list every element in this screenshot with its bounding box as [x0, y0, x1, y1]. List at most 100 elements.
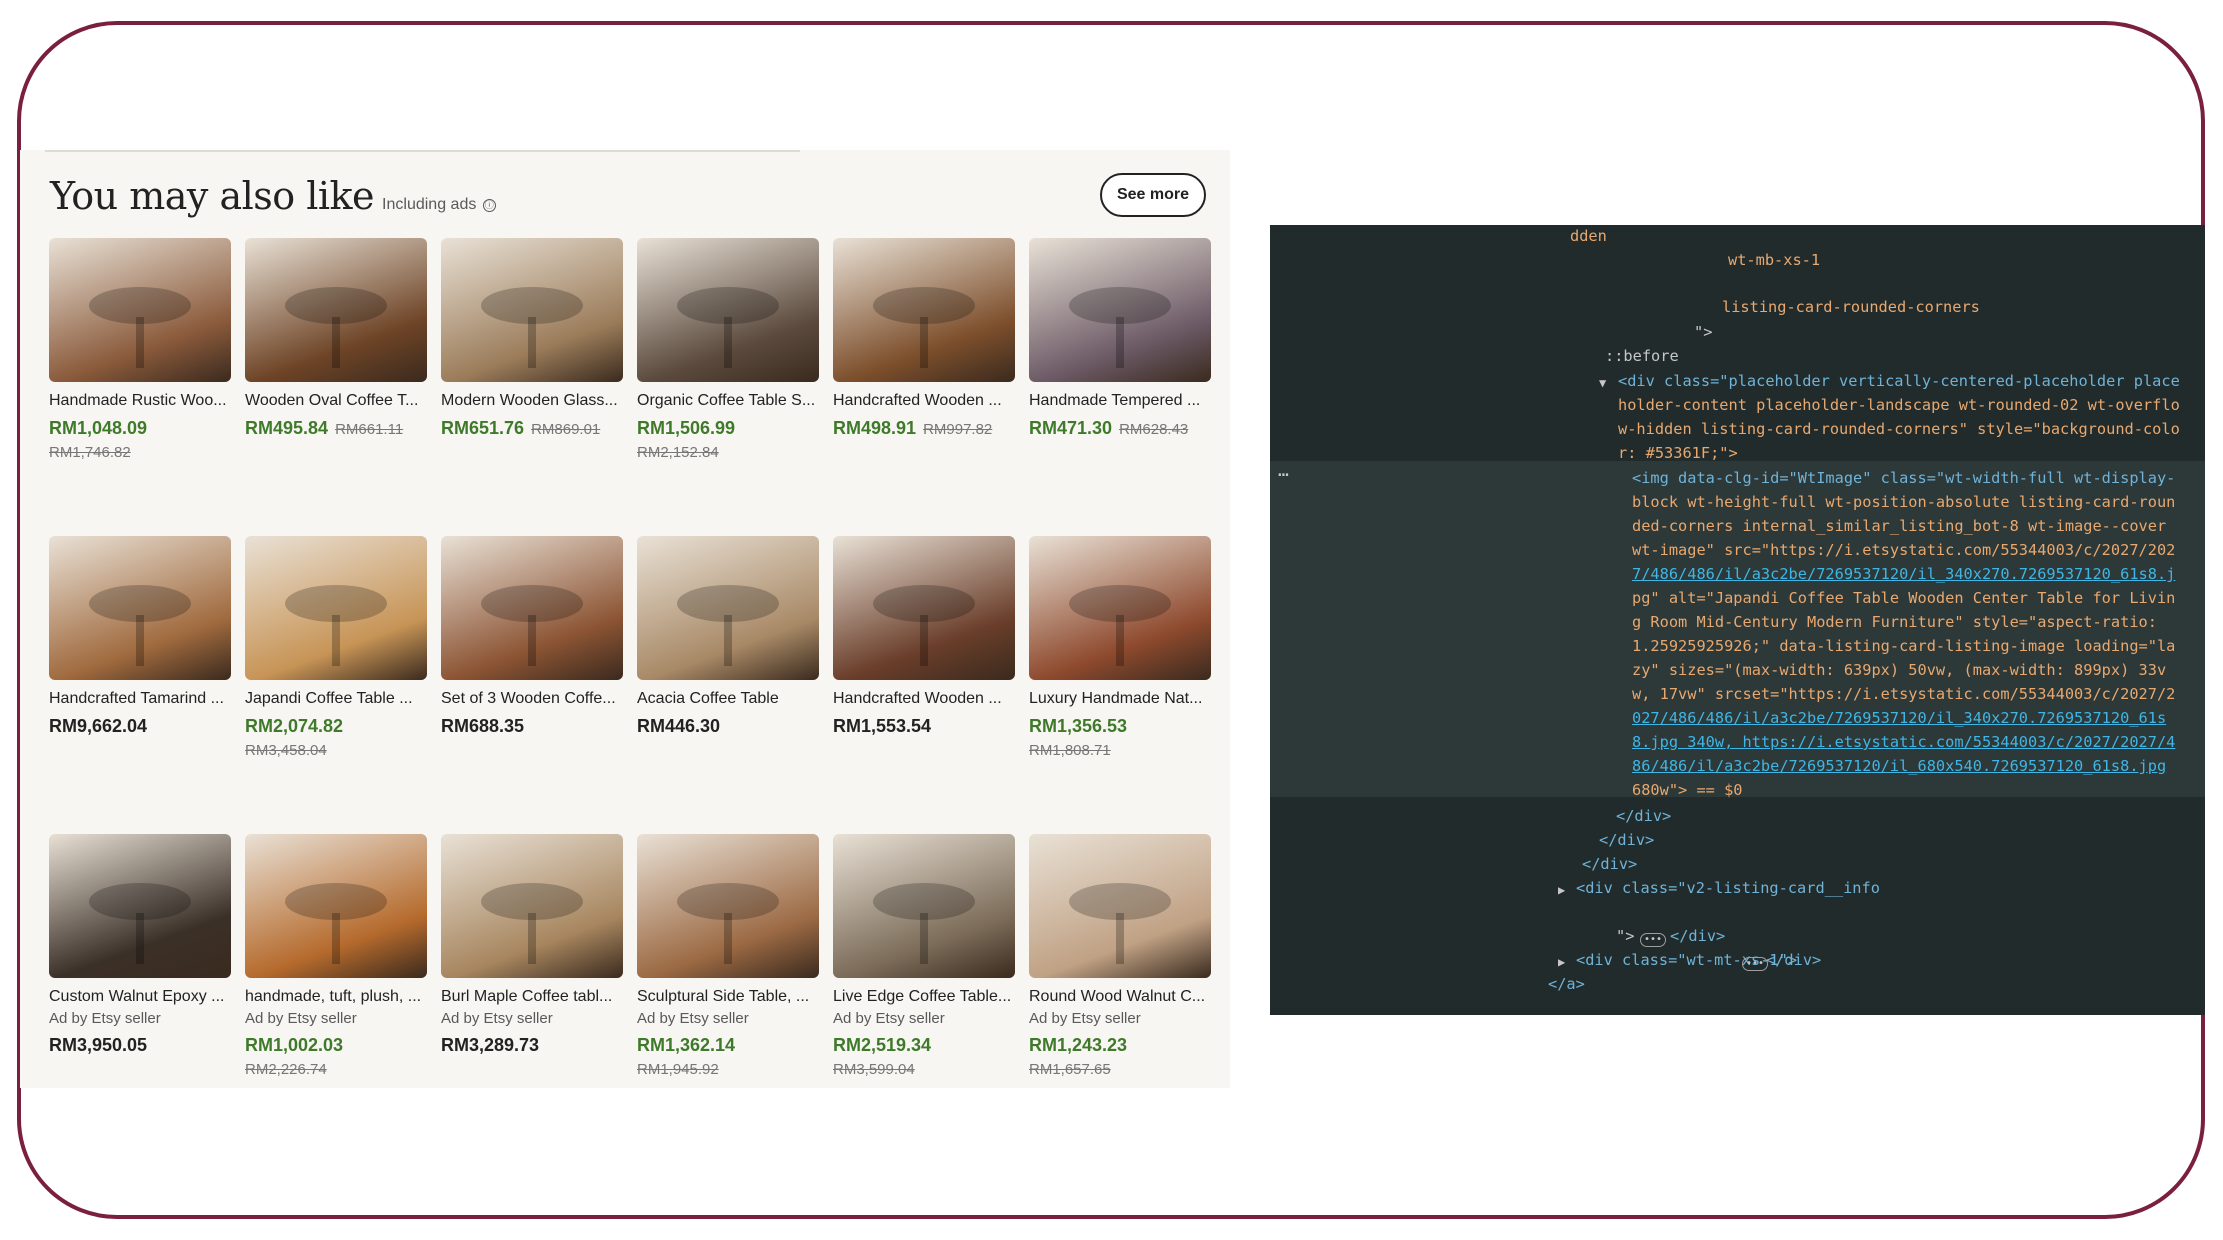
product-image[interactable]: [833, 238, 1015, 382]
dom-line[interactable]: </div>: [1582, 853, 1637, 877]
info-icon[interactable]: ⓘ: [482, 199, 496, 212]
product-card[interactable]: handmade, tuft, plush, ... Ad by Etsy sel…: [245, 834, 427, 1134]
dom-line[interactable]: listing-card-rounded-corners: [1722, 296, 1980, 320]
dom-line[interactable]: ">: [1694, 321, 1712, 345]
product-card[interactable]: Sculptural Side Table, ... Ad by Etsy sel…: [637, 834, 819, 1134]
dom-line[interactable]: </div>: [1616, 805, 1671, 829]
product-card[interactable]: Luxury Handmade Nat... RM1,356.53 RM1,808.…: [1029, 536, 1211, 834]
product-image[interactable]: [49, 238, 231, 382]
product-image[interactable]: [637, 238, 819, 382]
product-card[interactable]: Live Edge Coffee Table... Ad by Etsy sell…: [833, 834, 1015, 1134]
expand-triangle-icon[interactable]: ▶: [1558, 879, 1565, 903]
dom-line[interactable]: ">: [1616, 925, 1634, 949]
dom-line[interactable]: ::before: [1605, 345, 1679, 369]
dom-line[interactable]: r: #53361F;">: [1618, 442, 1738, 466]
dom-line[interactable]: 027/486/486/il/a3c2be/7269537120/il_340x…: [1632, 707, 2166, 731]
product-title[interactable]: Live Edge Coffee Table...: [833, 988, 1015, 1006]
dom-line[interactable]: 1.25925925926;" data-listing-card-listin…: [1632, 635, 2175, 659]
product-title[interactable]: Luxury Handmade Nat...: [1029, 690, 1211, 708]
product-title[interactable]: Modern Wooden Glass...: [441, 392, 623, 410]
dom-line[interactable]: </div>: [1766, 949, 1821, 973]
collapse-triangle-icon[interactable]: ▼: [1599, 372, 1606, 396]
product-title[interactable]: handmade, tuft, plush, ...: [245, 988, 427, 1006]
dom-line[interactable]: wt-image" src="https://i.etsystatic.com/…: [1632, 539, 2175, 563]
dom-line[interactable]: dden: [1570, 225, 1607, 249]
product-image[interactable]: [245, 536, 427, 680]
product-card[interactable]: Wooden Oval Coffee T... RM495.84 RM661.11: [245, 238, 427, 536]
product-title[interactable]: Custom Walnut Epoxy ...: [49, 988, 231, 1006]
dom-line[interactable]: ded-corners internal_similar_listing_bot…: [1632, 515, 2166, 539]
dom-line[interactable]: block wt-height-full wt-position-absolut…: [1632, 491, 2175, 515]
product-image[interactable]: [1029, 238, 1211, 382]
ad-label: Ad by Etsy seller: [441, 1010, 553, 1027]
dom-line[interactable]: 86/486/il/a3c2be/7269537120/il_680x540.7…: [1632, 755, 2166, 779]
dom-line[interactable]: w-hidden listing-card-rounded-corners" s…: [1618, 418, 2180, 442]
product-image[interactable]: [441, 238, 623, 382]
expand-triangle-icon[interactable]: ▶: [1558, 951, 1565, 975]
product-image[interactable]: [833, 536, 1015, 680]
node-options-icon[interactable]: …: [1278, 459, 1289, 483]
dom-line[interactable]: <div class="placeholder vertically-cente…: [1618, 370, 2180, 394]
product-image[interactable]: [49, 834, 231, 978]
product-card[interactable]: Handcrafted Wooden ... RM498.91 RM997.82: [833, 238, 1015, 536]
product-card[interactable]: Japandi Coffee Table ... RM2,074.82 RM3,45…: [245, 536, 427, 834]
product-title[interactable]: Round Wood Walnut C...: [1029, 988, 1211, 1006]
product-title[interactable]: Burl Maple Coffee tabl...: [441, 988, 623, 1006]
product-image[interactable]: [49, 536, 231, 680]
product-card[interactable]: Handmade Tempered ... RM471.30 RM628.43: [1029, 238, 1211, 536]
product-title[interactable]: Handmade Rustic Woo...: [49, 392, 231, 410]
dom-line[interactable]: pg" alt="Japandi Coffee Table Wooden Cen…: [1632, 587, 2175, 611]
product-card[interactable]: Handcrafted Tamarind ... RM9,662.04: [49, 536, 231, 834]
product-title[interactable]: Handcrafted Tamarind ...: [49, 690, 231, 708]
product-card[interactable]: Custom Walnut Epoxy ... Ad by Etsy seller…: [49, 834, 231, 1134]
product-title[interactable]: Handcrafted Wooden ...: [833, 690, 1015, 708]
product-card[interactable]: Modern Wooden Glass... RM651.76 RM869.01: [441, 238, 623, 536]
dom-line[interactable]: wt-mb-xs-1: [1728, 249, 1820, 273]
product-price: RM3,950.05: [49, 1035, 148, 1055]
ad-label: Ad by Etsy seller: [1029, 1010, 1141, 1027]
dom-line[interactable]: <div class="v2-listing-card__info: [1576, 877, 1880, 901]
product-title[interactable]: Sculptural Side Table, ...: [637, 988, 819, 1006]
see-more-button[interactable]: See more: [1100, 173, 1206, 217]
product-title[interactable]: Handmade Tempered ...: [1029, 392, 1211, 410]
table-leg-shape: [528, 317, 536, 368]
product-card[interactable]: Acacia Coffee Table RM446.30: [637, 536, 819, 834]
product-image[interactable]: [245, 834, 427, 978]
dom-line[interactable]: g Room Mid-Century Modern Furniture" sty…: [1632, 611, 2157, 635]
collapsed-children-icon[interactable]: •••: [1640, 928, 1667, 952]
product-card[interactable]: Burl Maple Coffee tabl... Ad by Etsy sell…: [441, 834, 623, 1134]
product-image[interactable]: [833, 834, 1015, 978]
product-image[interactable]: [441, 834, 623, 978]
product-title[interactable]: Acacia Coffee Table: [637, 690, 819, 708]
product-image[interactable]: [1029, 536, 1211, 680]
dom-line[interactable]: 8.jpg 340w, https://i.etsystatic.com/553…: [1632, 731, 2175, 755]
product-image[interactable]: [637, 536, 819, 680]
product-image[interactable]: [1029, 834, 1211, 978]
dom-line[interactable]: zy" sizes="(max-width: 639px) 50vw, (max…: [1632, 659, 2166, 683]
collapsed-children-icon[interactable]: •••: [1742, 952, 1769, 976]
dom-line[interactable]: holder-content placeholder-landscape wt-…: [1618, 394, 2180, 418]
dom-line[interactable]: w, 17vw" srcset="https://i.etsystatic.co…: [1632, 683, 2175, 707]
table-leg-shape: [724, 615, 732, 666]
product-image[interactable]: [441, 536, 623, 680]
product-title[interactable]: Handcrafted Wooden ...: [833, 392, 1015, 410]
product-card[interactable]: Round Wood Walnut C... Ad by Etsy seller R…: [1029, 834, 1211, 1134]
product-title[interactable]: Organic Coffee Table S...: [637, 392, 819, 410]
dom-line[interactable]: 680w"> == $0: [1632, 779, 1743, 803]
dom-line[interactable]: 7/486/486/il/a3c2be/7269537120/il_340x27…: [1632, 563, 2175, 587]
product-title[interactable]: Japandi Coffee Table ...: [245, 690, 427, 708]
product-card[interactable]: Organic Coffee Table S... RM1,506.99 RM2,1…: [637, 238, 819, 536]
product-card[interactable]: Set of 3 Wooden Coffe... RM688.35: [441, 536, 623, 834]
product-image[interactable]: [245, 238, 427, 382]
dom-line[interactable]: </div>: [1599, 829, 1654, 853]
dom-line[interactable]: <img data-clg-id="WtImage" class="wt-wid…: [1632, 467, 2175, 491]
product-price: RM1,002.03: [245, 1035, 344, 1055]
product-card[interactable]: Handmade Rustic Woo... RM1,048.09 RM1,746.…: [49, 238, 231, 536]
product-image[interactable]: [637, 834, 819, 978]
dom-line[interactable]: </div>: [1670, 925, 1725, 949]
product-title[interactable]: Set of 3 Wooden Coffe...: [441, 690, 623, 708]
product-title[interactable]: Wooden Oval Coffee T...: [245, 392, 427, 410]
ads-disclosure[interactable]: Including ads ⓘ: [382, 196, 496, 214]
dom-line[interactable]: </a>: [1548, 973, 1585, 997]
product-card[interactable]: Handcrafted Wooden ... RM1,553.54: [833, 536, 1015, 834]
